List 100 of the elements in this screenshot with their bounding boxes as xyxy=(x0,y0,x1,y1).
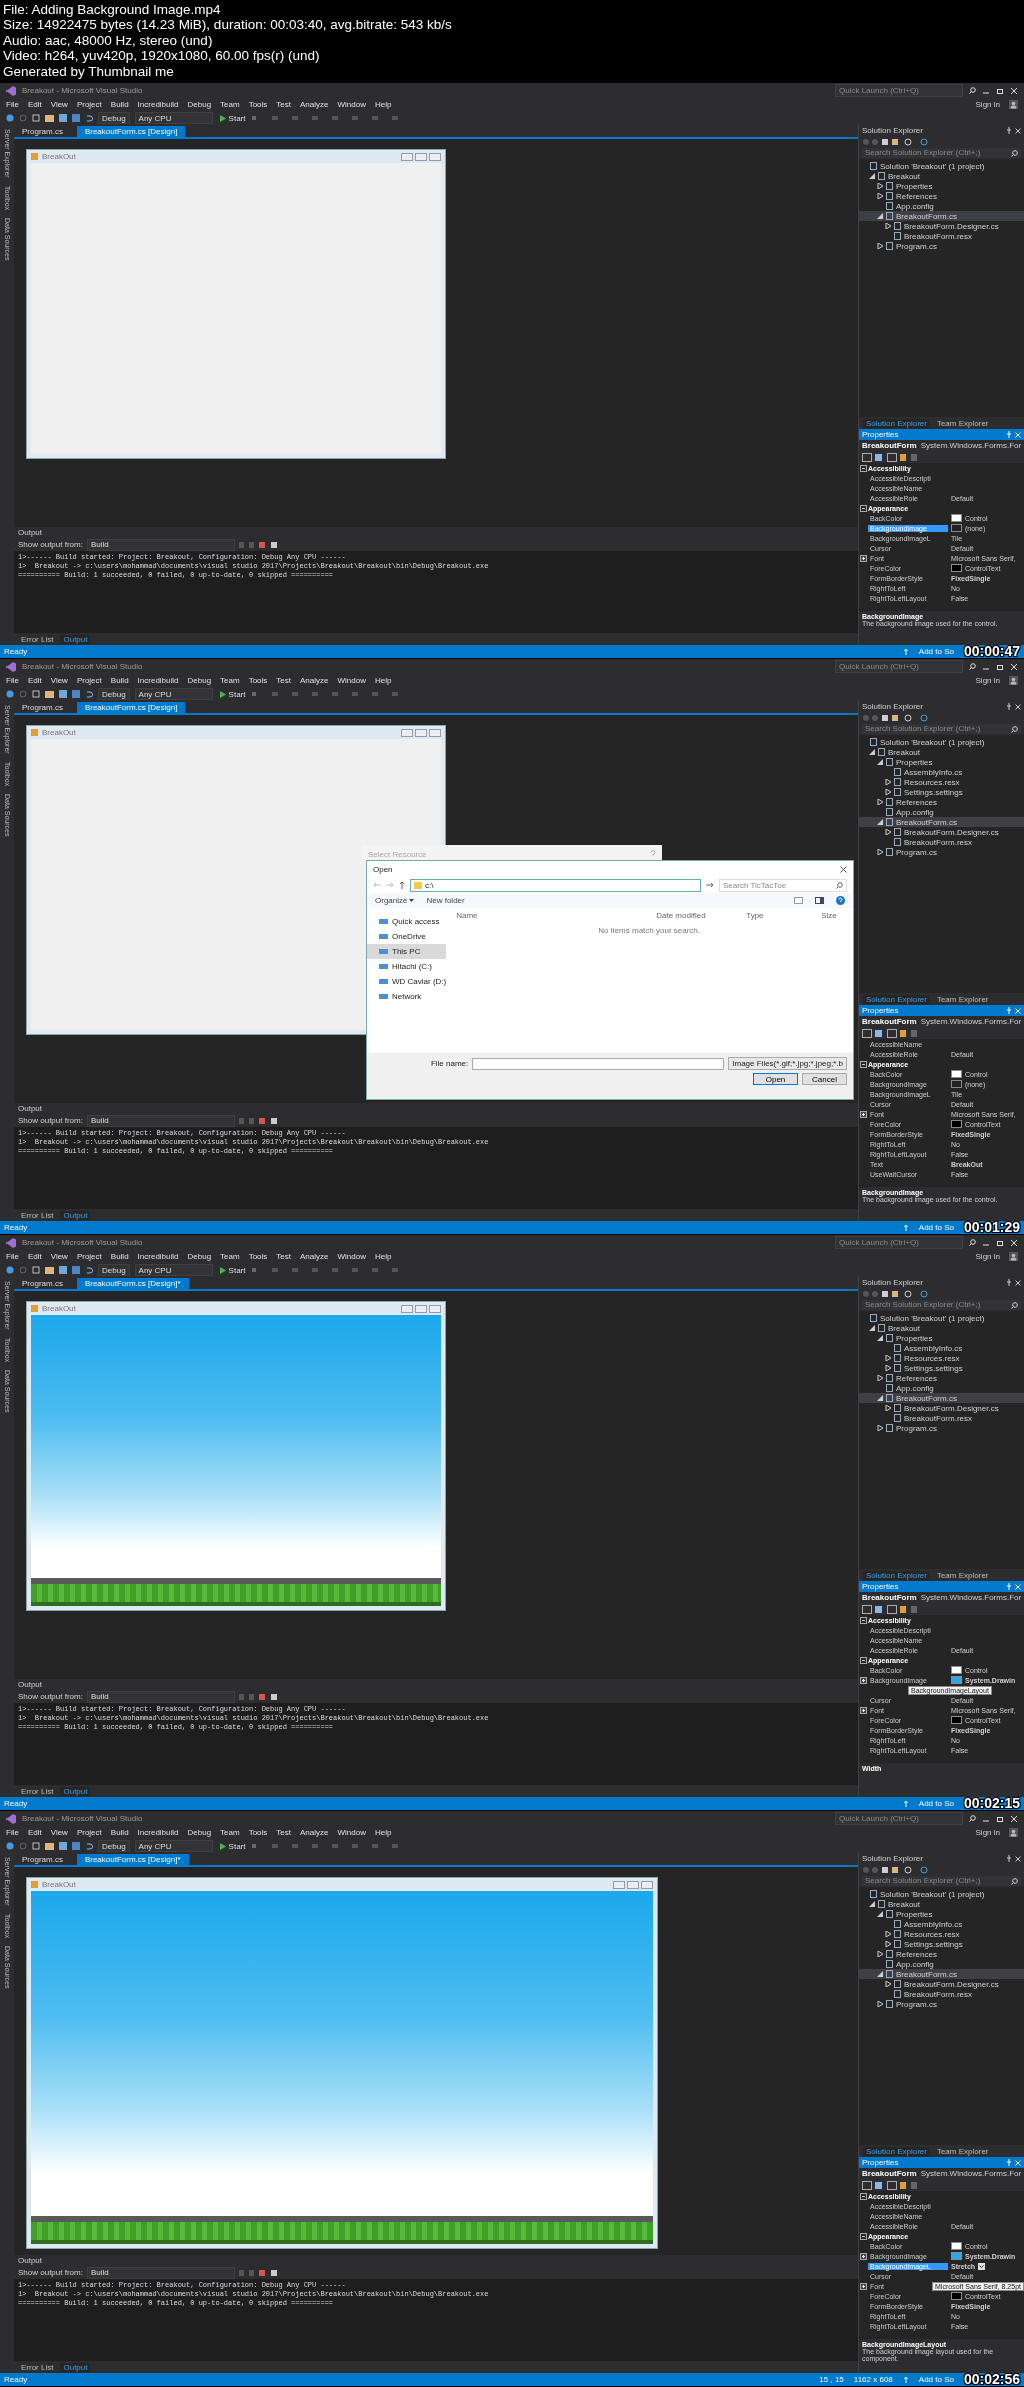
tree-item[interactable]: BreakoutForm.cs xyxy=(859,1393,1024,1403)
nav-item[interactable]: OneDrive xyxy=(367,929,447,944)
object-selector[interactable]: BreakoutForm System.Windows.Forms.For xyxy=(859,1592,1024,1603)
collapse-box-icon[interactable] xyxy=(860,2232,867,2240)
output-source-dropdown[interactable]: Build xyxy=(86,1690,235,1703)
expand-arrow-icon[interactable] xyxy=(877,1375,883,1381)
menu-item[interactable]: Project xyxy=(76,1252,102,1261)
expand-box-icon[interactable] xyxy=(860,1706,867,1714)
panel-tab[interactable]: Team Explorer xyxy=(933,994,992,1004)
tree-item[interactable]: Resources.resx xyxy=(859,777,1024,787)
menu-item[interactable]: Project xyxy=(76,676,102,685)
configuration-dropdown[interactable]: Debug xyxy=(98,1264,130,1276)
panel-tab[interactable]: Solution Explorer xyxy=(863,1570,930,1580)
nav-item[interactable]: Network xyxy=(367,989,447,1004)
new-item-icon[interactable] xyxy=(32,690,40,698)
start-button[interactable]: Start xyxy=(217,1841,248,1851)
output-source-dropdown[interactable]: Build xyxy=(86,2266,235,2279)
expand-arrow-icon[interactable] xyxy=(877,759,883,765)
search-field[interactable]: Search Solution Explorer (Ctrl+;) xyxy=(862,1300,1021,1310)
tree-item[interactable]: Program.cs xyxy=(859,1423,1024,1433)
panel-tab[interactable]: Output xyxy=(60,1786,91,1796)
nav-item[interactable]: WD Caviar (D:) xyxy=(367,974,447,989)
menu-item[interactable]: Team xyxy=(220,676,240,685)
menu-item[interactable]: Help xyxy=(374,1828,392,1837)
tree-item[interactable]: References xyxy=(859,1949,1024,1959)
quick-launch-field[interactable]: Quick Launch (Ctrl+Q) xyxy=(835,84,963,97)
restore-icon[interactable] xyxy=(996,1238,1004,1247)
menu-item[interactable]: File xyxy=(6,100,19,109)
expand-box-icon[interactable] xyxy=(860,554,867,562)
expand-arrow-icon[interactable] xyxy=(877,243,883,249)
pin-icon[interactable] xyxy=(1006,127,1012,134)
menu-item[interactable]: View xyxy=(50,1828,68,1837)
tree-item[interactable]: Program.cs xyxy=(859,1999,1024,2009)
quick-launch-field[interactable]: Quick Launch (Ctrl+Q) xyxy=(835,1812,963,1825)
sign-in-link[interactable]: Sign in xyxy=(975,1828,1000,1837)
tree-item[interactable]: BreakoutForm.Designer.cs xyxy=(859,1979,1024,1989)
dialog-button[interactable]: Cancel xyxy=(802,1073,847,1085)
expand-arrow-icon[interactable] xyxy=(877,1395,883,1401)
tree-item[interactable]: BreakoutForm.resx xyxy=(859,1413,1024,1423)
column-header[interactable]: Size xyxy=(811,910,862,920)
tree-item[interactable]: Program.cs xyxy=(859,241,1024,251)
object-selector[interactable]: BreakoutForm System.Windows.Forms.For xyxy=(859,440,1024,451)
menu-item[interactable]: Window xyxy=(337,1828,366,1837)
up-arrow-icon[interactable] xyxy=(399,881,405,889)
tree-item[interactable]: App.config xyxy=(859,201,1024,211)
panel-tab[interactable]: Team Explorer xyxy=(933,418,992,428)
menu-item[interactable]: Team xyxy=(220,1252,240,1261)
menu-item[interactable]: Test xyxy=(276,100,291,109)
menu-item[interactable]: Help xyxy=(374,100,392,109)
menu-item[interactable]: Window xyxy=(337,100,366,109)
platform-dropdown[interactable]: Any CPU xyxy=(134,112,213,124)
expand-arrow-icon[interactable] xyxy=(877,1911,883,1917)
expand-box-icon[interactable] xyxy=(860,1676,867,1684)
output-source-dropdown[interactable]: Build xyxy=(86,538,235,551)
go-arrow-icon[interactable] xyxy=(706,882,714,888)
document-tab[interactable]: BreakoutForm.cs [Design]* xyxy=(76,1854,189,1865)
menu-item[interactable]: Edit xyxy=(27,1828,42,1837)
expand-arrow-icon[interactable] xyxy=(877,193,883,199)
open-folder-icon[interactable] xyxy=(45,1842,54,1850)
expand-arrow-icon[interactable] xyxy=(885,223,891,229)
menu-item[interactable]: Team xyxy=(220,1828,240,1837)
menu-item[interactable]: Tools xyxy=(248,676,268,685)
tree-item[interactable]: References xyxy=(859,191,1024,201)
panel-tab[interactable]: Team Explorer xyxy=(933,1570,992,1580)
document-tab[interactable]: Program.cs xyxy=(14,126,71,137)
menu-item[interactable]: Window xyxy=(337,676,366,685)
tree-item[interactable]: Settings.settings xyxy=(859,1939,1024,1949)
menu-item[interactable]: Build xyxy=(110,676,129,685)
preview-pane-icon[interactable] xyxy=(815,897,824,904)
address-field[interactable]: c:\ xyxy=(410,878,701,892)
tree-item[interactable]: Resources.resx xyxy=(859,1929,1024,1939)
expand-arrow-icon[interactable] xyxy=(877,819,883,825)
undo-icon[interactable] xyxy=(85,690,93,698)
panel-tab[interactable]: Solution Explorer xyxy=(863,418,930,428)
dialog-button[interactable]: Open xyxy=(753,1073,798,1085)
help-icon[interactable] xyxy=(836,896,845,905)
menu-item[interactable]: Edit xyxy=(27,676,42,685)
menu-item[interactable]: View xyxy=(50,676,68,685)
tree-item[interactable]: AssemblyInfo.cs xyxy=(859,767,1024,777)
object-selector[interactable]: BreakoutForm System.Windows.Forms.For xyxy=(859,2168,1024,2179)
tree-item[interactable]: Properties xyxy=(859,181,1024,191)
document-tab[interactable]: BreakoutForm.cs [Design] xyxy=(76,126,186,137)
menu-item[interactable]: Debug xyxy=(187,1252,212,1261)
tree-item[interactable]: References xyxy=(859,1373,1024,1383)
undo-icon[interactable] xyxy=(85,114,93,122)
panel-tab[interactable]: Error List xyxy=(18,2362,57,2372)
tree-item[interactable]: Properties xyxy=(859,1909,1024,1919)
tree-item[interactable]: App.config xyxy=(859,807,1024,817)
menu-item[interactable]: Debug xyxy=(187,1828,212,1837)
expand-arrow-icon[interactable] xyxy=(885,1405,891,1411)
column-header[interactable]: Name xyxy=(446,910,647,920)
menu-item[interactable]: Window xyxy=(337,1252,366,1261)
undo-icon[interactable] xyxy=(85,1842,93,1850)
tree-item[interactable]: Resources.resx xyxy=(859,1353,1024,1363)
platform-dropdown[interactable]: Any CPU xyxy=(134,1840,213,1852)
new-item-icon[interactable] xyxy=(32,114,40,122)
quick-launch-field[interactable]: Quick Launch (Ctrl+Q) xyxy=(835,1236,963,1249)
menu-item[interactable]: Help xyxy=(374,1252,392,1261)
expand-box-icon[interactable] xyxy=(860,2282,867,2290)
tree-item[interactable]: BreakoutForm.resx xyxy=(859,837,1024,847)
